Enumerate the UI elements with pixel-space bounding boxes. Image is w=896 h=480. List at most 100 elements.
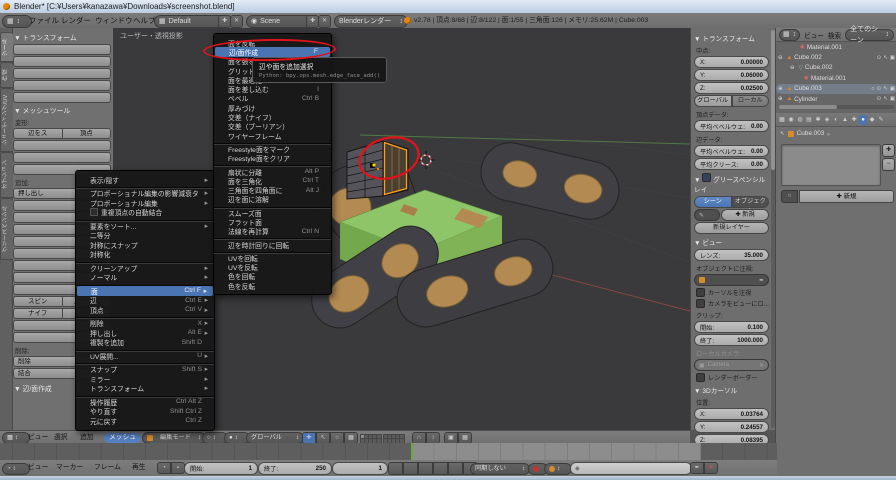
sync-mode-dropdown[interactable]: 同期しない↕: [470, 463, 530, 475]
gp-new-button[interactable]: ✚ 新規: [721, 209, 769, 221]
knife-button[interactable]: ナイフ: [13, 308, 63, 319]
transport-button[interactable]: [403, 462, 418, 475]
tab-physics-icon[interactable]: ✚: [850, 115, 858, 125]
scene-selector[interactable]: ◉ Scene: [246, 15, 314, 28]
pin-icon[interactable]: ↖: [780, 131, 785, 137]
menu-item[interactable]: 要素をソート... ▸: [76, 221, 214, 231]
menu-item[interactable]: ミラー ▸: [76, 374, 214, 384]
cursor-x-slider[interactable]: X:0.03764: [694, 408, 769, 420]
tab-grease-pencil[interactable]: グリースペンシル: [0, 198, 13, 260]
screen-layout-selector[interactable]: ▦ Default: [154, 15, 226, 28]
lock-range-button[interactable]: ▪: [171, 462, 185, 474]
outliner-menu-search[interactable]: 検索: [828, 30, 841, 40]
breadcrumb-object-name[interactable]: Cube.003: [797, 130, 825, 137]
tab-particles-icon[interactable]: ✎: [877, 115, 885, 125]
browse-material-button[interactable]: ○: [781, 190, 798, 203]
expand-icon[interactable]: ⊖: [790, 65, 795, 71]
layer-buttons[interactable]: [360, 434, 403, 442]
gp-draw-button[interactable]: ✎: [694, 209, 720, 221]
menu-item[interactable]: 面を三角化 Ctrl T ▸: [214, 176, 331, 185]
clear-icon[interactable]: ✕: [759, 362, 764, 369]
menu-item[interactable]: 法線を再計算 Ctrl N ▸: [214, 227, 331, 236]
menu-item[interactable]: 複製を追加 Shift D ▸: [76, 338, 214, 348]
view-panel-header[interactable]: ▼ ビュー: [694, 237, 769, 247]
mean-bevel-weight-slider[interactable]: 平均ベベルウェ:0.00: [694, 120, 769, 132]
expand-icon[interactable]: ⊕: [778, 96, 783, 102]
new-material-button[interactable]: ✚ 新規: [799, 190, 894, 203]
lock-object-field[interactable]: ✒: [694, 274, 769, 286]
current-frame-field[interactable]: 1: [332, 462, 388, 475]
material-slot-list[interactable]: [781, 144, 881, 186]
tab-shading-uv[interactable]: シェーディング/UV: [0, 88, 13, 152]
menu-item[interactable]: 頂点 Ctrl V ▸: [76, 305, 214, 315]
current-frame-playhead[interactable]: [411, 443, 413, 460]
transport-button[interactable]: [448, 462, 463, 475]
keying-set-field[interactable]: ◆: [570, 462, 692, 475]
spin-button[interactable]: スピン: [13, 296, 63, 307]
lens-slider[interactable]: レンズ:35.000: [694, 249, 769, 261]
menu-item[interactable]: 辺を時計回りに回転 ▸: [214, 240, 331, 249]
outliner-row-meshdata[interactable]: ⊖ ▽ Cube.002: [776, 63, 896, 73]
view3d-menu-mesh[interactable]: メッシュ: [104, 433, 141, 443]
close-layout-button[interactable]: ✕: [230, 15, 243, 28]
menu-item[interactable]: 交差（ブーリアン） ▸: [214, 122, 331, 131]
tab-scene-icon[interactable]: ◍: [796, 115, 804, 125]
outliner-row-object[interactable]: ⊖ ▲ Cube.002 ⊙↖▣: [776, 52, 896, 62]
menu-window[interactable]: ウィンドウ: [92, 13, 136, 28]
tab-world-icon[interactable]: ▤: [805, 115, 813, 125]
panel-transform-header[interactable]: ▼ トランスフォーム: [14, 32, 111, 42]
timeline-editor-icon[interactable]: ◔↕: [2, 463, 30, 475]
outliner-menu-view[interactable]: ビュー: [804, 30, 824, 40]
tool-button[interactable]: [13, 80, 111, 91]
remove-slot-button[interactable]: −: [882, 158, 895, 171]
menu-item[interactable]: Freestyle面をクリア ▸: [214, 154, 331, 163]
clip-start-slider[interactable]: 開始:0.100: [694, 321, 769, 333]
panel-meshtools-header[interactable]: ▼ メッシュツール: [14, 105, 111, 115]
timeline-menu-frame[interactable]: フレーム: [94, 460, 121, 476]
menu-item[interactable]: ノーマル ▸: [76, 273, 214, 283]
menu-item[interactable]: 対称にスナップ ▸: [76, 240, 214, 250]
menu-item[interactable]: UV展開... U ▸: [76, 351, 214, 361]
mean-crease-slider[interactable]: 平均クリース:0.00: [694, 158, 769, 170]
title-bar[interactable]: Blender* [C:¥Users¥kanazawa¥Downloads¥sc…: [0, 0, 896, 14]
tab-create[interactable]: 作成: [0, 62, 13, 88]
menu-item[interactable]: 押し出し Alt E ▸: [76, 328, 214, 338]
timeline-menu-view[interactable]: ビュー: [28, 460, 48, 476]
menu-item[interactable]: 二等分 ▸: [76, 231, 214, 241]
outliner-scrollbar[interactable]: [779, 105, 894, 109]
transport-button[interactable]: [418, 462, 433, 475]
menu-item[interactable]: 厚みづけ ▸: [214, 103, 331, 112]
menu-item[interactable]: ベベル Ctrl B ▸: [214, 94, 331, 103]
local-camera-field[interactable]: ▣Camera✕: [694, 359, 769, 371]
restrict-icons[interactable]: ⊙↖▣: [877, 55, 895, 61]
menu-item[interactable]: 表示/隠す ▸: [76, 175, 214, 185]
menu-item[interactable]: 辺 Ctrl E ▸: [76, 296, 214, 306]
frame-start-slider[interactable]: 開始:1: [184, 462, 258, 475]
median-x-slider[interactable]: X:0.00000: [694, 56, 769, 68]
menu-item[interactable]: ワイヤーフレーム ▸: [214, 131, 331, 140]
outliner-scope-dropdown[interactable]: 全てのシーン↕: [845, 29, 894, 41]
eyedropper-icon[interactable]: ✒: [759, 277, 764, 284]
menu-item[interactable]: フラット面 ▸: [214, 217, 331, 226]
delete-keyframe-button[interactable]: ✕: [704, 462, 718, 474]
menu-item[interactable]: Freestyle面をマーク ▸: [214, 144, 331, 153]
tab-data-icon[interactable]: ▲: [841, 115, 849, 125]
tab-tools[interactable]: ツール: [0, 32, 13, 62]
menu-item[interactable]: 扇状に分離 Alt P ▸: [214, 167, 331, 176]
tool-button[interactable]: [13, 56, 111, 67]
menu-file[interactable]: ファイル: [26, 13, 62, 28]
edge-slide-button[interactable]: 辺をス: [13, 128, 63, 139]
menu-item[interactable]: やり直す Shift Ctrl Z ▸: [76, 407, 214, 417]
restrict-icons[interactable]: ⊙↖▣: [877, 86, 895, 92]
rover-model[interactable]: [301, 137, 625, 339]
clip-end-slider[interactable]: 終了:1000.000: [694, 334, 769, 346]
lock-camera-checkbox[interactable]: カメラをビューにロ...: [696, 299, 769, 308]
menu-item[interactable]: スナップ Shift S ▸: [76, 365, 214, 375]
menu-item[interactable]: 面 Ctrl F ▸: [77, 286, 213, 296]
tab-modifiers-icon[interactable]: ◐: [832, 115, 840, 125]
tool-button[interactable]: [13, 44, 111, 55]
expand-icon[interactable]: ⊖: [778, 55, 783, 61]
cursor-y-slider[interactable]: Y:0.24557: [694, 421, 769, 433]
tab-material-icon[interactable]: ●: [859, 115, 867, 125]
frame-end-slider[interactable]: 終了:250: [258, 462, 332, 475]
